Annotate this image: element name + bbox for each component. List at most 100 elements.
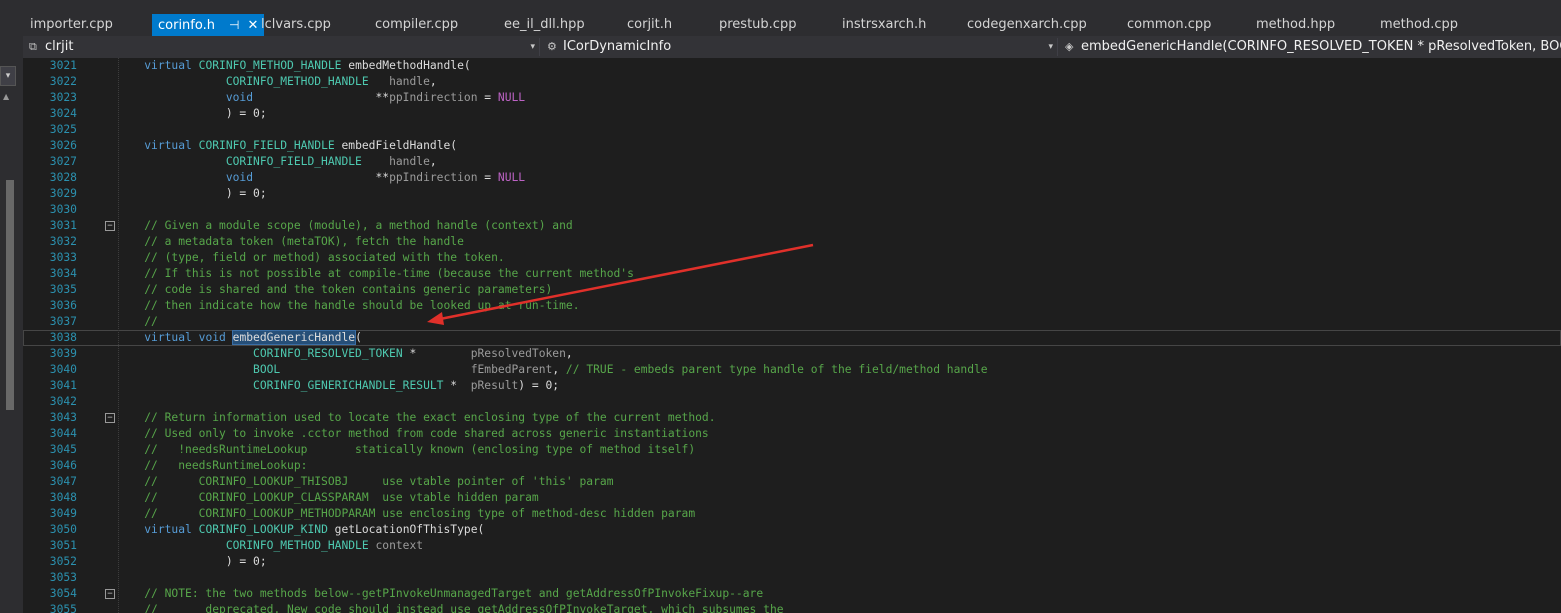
code-line[interactable]: 3041 CORINFO_GENERICHANDLE_RESULT * pRes… bbox=[23, 378, 1561, 394]
code-token: * bbox=[443, 379, 471, 392]
code-token: // !needsRuntimeLookup statically known … bbox=[144, 443, 696, 456]
code-text: // NOTE: the two methods below--getPInvo… bbox=[117, 586, 763, 602]
code-text: // then indicate how the handle should b… bbox=[117, 298, 579, 314]
code-token: ** bbox=[253, 91, 390, 104]
code-token: // Return information used to locate the… bbox=[144, 411, 716, 424]
tab-method-hpp[interactable]: method.hpp bbox=[1256, 14, 1335, 36]
code-line[interactable]: 3039 CORINFO_RESOLVED_TOKEN * pResolvedT… bbox=[23, 346, 1561, 362]
code-line[interactable]: 3021 virtual CORINFO_METHOD_HANDLE embed… bbox=[23, 58, 1561, 74]
code-line[interactable]: 3035 // code is shared and the token con… bbox=[23, 282, 1561, 298]
project-dropdown[interactable]: ⧉ clrjit ▾ bbox=[25, 38, 540, 56]
tab-importer-cpp[interactable]: importer.cpp bbox=[30, 14, 113, 36]
code-line[interactable]: 3047 // CORINFO_LOOKUP_THISOBJ use vtabl… bbox=[23, 474, 1561, 490]
tab-common-cpp[interactable]: common.cpp bbox=[1127, 14, 1211, 36]
tab-compiler-cpp[interactable]: compiler.cpp bbox=[375, 14, 458, 36]
line-number: 3033 bbox=[49, 251, 77, 264]
line-number: 3048 bbox=[49, 491, 77, 504]
code-text: // a metadata token (metaTOK), fetch the… bbox=[117, 234, 464, 250]
chevron-down-icon: ▾ bbox=[530, 42, 535, 52]
collapse-icon[interactable]: − bbox=[105, 221, 115, 231]
code-line[interactable]: 3026 virtual CORINFO_FIELD_HANDLE embedF… bbox=[23, 138, 1561, 154]
line-number: 3032 bbox=[49, 235, 77, 248]
code-line[interactable]: 3055 // deprecated. New code should inst… bbox=[23, 602, 1561, 613]
code-line[interactable]: 3030 bbox=[23, 202, 1561, 218]
scrollbar-thumb[interactable] bbox=[6, 180, 14, 410]
tab-corinfo-h[interactable]: corinfo.h ⊣ ✕ bbox=[152, 14, 265, 36]
collapse-icon[interactable]: − bbox=[105, 589, 115, 599]
code-line[interactable]: 3049 // CORINFO_LOOKUP_METHODPARAM use e… bbox=[23, 506, 1561, 522]
pin-icon[interactable]: ⊣ bbox=[229, 18, 239, 32]
code-line[interactable]: 3033 // (type, field or method) associat… bbox=[23, 250, 1561, 266]
code-line[interactable]: 3036 // then indicate how the handle sho… bbox=[23, 298, 1561, 314]
code-line[interactable]: 3048 // CORINFO_LOOKUP_CLASSPARAM use vt… bbox=[23, 490, 1561, 506]
code-editor[interactable]: 3021 virtual CORINFO_METHOD_HANDLE embed… bbox=[23, 58, 1561, 613]
tab-ee-il-dll-hpp[interactable]: ee_il_dll.hpp bbox=[504, 14, 585, 36]
line-number: 3034 bbox=[49, 267, 77, 280]
code-token: handle bbox=[389, 155, 430, 168]
code-line[interactable]: 3052 ) = 0; bbox=[23, 554, 1561, 570]
code-token: // NOTE: the two methods below--getPInvo… bbox=[144, 587, 764, 600]
line-number: 3038 bbox=[49, 331, 77, 344]
tab-codegenxarch-cpp[interactable]: codegenxarch.cpp bbox=[967, 14, 1087, 36]
line-number: 3042 bbox=[49, 395, 77, 408]
code-line[interactable]: 3029 ) = 0; bbox=[23, 186, 1561, 202]
code-token: = bbox=[477, 91, 498, 104]
code-text: // code is shared and the token contains… bbox=[117, 282, 552, 298]
code-line[interactable]: 3040 BOOL fEmbedParent, // TRUE - embeds… bbox=[23, 362, 1561, 378]
code-text: ) = 0; bbox=[117, 106, 267, 122]
code-line[interactable]: 3045 // !needsRuntimeLookup statically k… bbox=[23, 442, 1561, 458]
code-line[interactable]: 3046 // needsRuntimeLookup: bbox=[23, 458, 1561, 474]
code-token: handle bbox=[389, 75, 430, 88]
tab-label: ee_il_dll.hpp bbox=[504, 17, 585, 32]
scroll-up-icon[interactable]: ▲ bbox=[3, 92, 9, 101]
tab-method-cpp[interactable]: method.cpp bbox=[1380, 14, 1458, 36]
code-line[interactable]: 3032 // a metadata token (metaTOK), fetc… bbox=[23, 234, 1561, 250]
code-line[interactable]: 3024 ) = 0; bbox=[23, 106, 1561, 122]
code-line[interactable]: 3027 CORINFO_FIELD_HANDLE handle, bbox=[23, 154, 1561, 170]
code-token: , bbox=[429, 75, 437, 88]
code-token: // a metadata token (metaTOK), fetch the… bbox=[144, 235, 464, 248]
chevron-down-icon[interactable]: ▾ bbox=[0, 66, 16, 86]
tab-lclvars-cpp[interactable]: lclvars.cpp bbox=[261, 14, 331, 36]
tab-label: common.cpp bbox=[1127, 17, 1212, 32]
code-line[interactable]: 3043 − // Return information used to loca… bbox=[23, 410, 1561, 426]
code-line[interactable]: 3022 CORINFO_METHOD_HANDLE handle, bbox=[23, 74, 1561, 90]
code-token: // If this is not possible at compile-ti… bbox=[144, 267, 634, 280]
code-line[interactable]: 3051 CORINFO_METHOD_HANDLE context bbox=[23, 538, 1561, 554]
code-line[interactable]: 3038 virtual void embedGenericHandle( bbox=[23, 330, 1561, 346]
code-token: BOOL bbox=[253, 363, 281, 376]
tab-prestub-cpp[interactable]: prestub.cpp bbox=[719, 14, 796, 36]
code-line[interactable]: 3023 void **ppIndirection = NULL bbox=[23, 90, 1561, 106]
code-line[interactable]: 3053 bbox=[23, 570, 1561, 586]
code-text: // CORINFO_LOOKUP_METHODPARAM use enclos… bbox=[117, 506, 695, 522]
project-label: clrjit bbox=[45, 39, 74, 54]
code-line[interactable]: 3054 − // NOTE: the two methods below--ge… bbox=[23, 586, 1561, 602]
member-dropdown[interactable]: ◈ embedGenericHandle(CORINFO_RESOLVED_TOK… bbox=[1061, 38, 1561, 56]
collapse-icon[interactable]: − bbox=[105, 413, 115, 423]
code-token: void bbox=[225, 91, 254, 104]
code-line[interactable]: 3042 bbox=[23, 394, 1561, 410]
code-line[interactable]: 3028 void **ppIndirection = NULL bbox=[23, 170, 1561, 186]
code-line[interactable]: 3034 // If this is not possible at compi… bbox=[23, 266, 1561, 282]
tab-corjit-h[interactable]: corjit.h bbox=[627, 14, 672, 36]
code-token: // (type, field or method) associated wi… bbox=[144, 251, 505, 264]
code-line[interactable]: 3031 − // Given a module scope (module), … bbox=[23, 218, 1561, 234]
code-token: // TRUE - embeds parent type handle of t… bbox=[565, 363, 988, 376]
line-number: 3049 bbox=[49, 507, 77, 520]
close-icon[interactable]: ✕ bbox=[247, 18, 258, 33]
code-line[interactable]: 3044 // Used only to invoke .cctor metho… bbox=[23, 426, 1561, 442]
code-token: virtual bbox=[144, 523, 199, 536]
code-line[interactable]: 3025 bbox=[23, 122, 1561, 138]
tab-label: lclvars.cpp bbox=[261, 17, 331, 32]
code-text: CORINFO_METHOD_HANDLE handle, bbox=[117, 74, 437, 90]
code-line[interactable]: 3037 // bbox=[23, 314, 1561, 330]
scope-dropdown[interactable]: ⚙ ICorDynamicInfo ▾ bbox=[543, 38, 1058, 56]
tab-instrsxarch-h[interactable]: instrsxarch.h bbox=[842, 14, 926, 36]
code-token: embedFieldHandle( bbox=[334, 139, 458, 152]
code-token: pResult bbox=[470, 379, 519, 392]
code-line[interactable]: 3050 virtual CORINFO_LOOKUP_KIND getLoca… bbox=[23, 522, 1561, 538]
